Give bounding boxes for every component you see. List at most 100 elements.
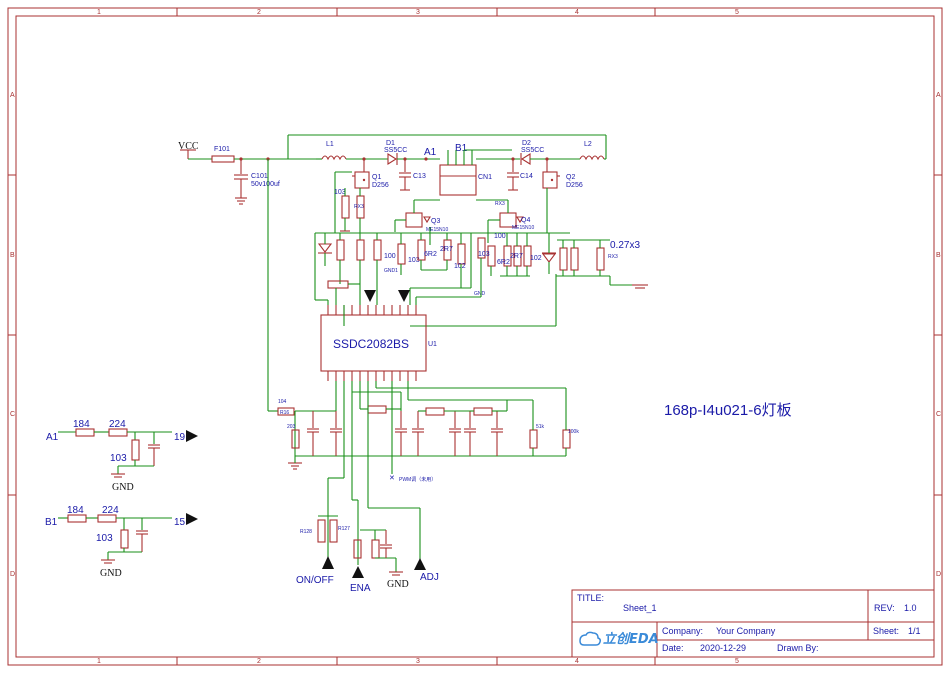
resistor-sense-2 (570, 247, 579, 271)
d2-label: D2 (522, 140, 531, 147)
col-label: 5 (735, 9, 739, 16)
connector-cn1 (439, 164, 477, 196)
filter-a-r2-label: 224 (109, 419, 126, 430)
row-label: D (10, 571, 15, 578)
inner-frame (15, 15, 935, 658)
col-label: 2 (257, 9, 261, 16)
r51k-label: 51k (536, 424, 545, 430)
r103-c-label: 103 (478, 251, 490, 258)
pwm-note: PWM调（未用） (399, 476, 436, 483)
q2-label: Q2 (566, 174, 575, 181)
resistor-adj (371, 539, 380, 559)
on-off-arrow (322, 556, 334, 569)
r100k-label: 100k (568, 429, 579, 435)
resistor-r128 (317, 519, 326, 543)
resistor-ic-top (327, 280, 349, 289)
q4-label: Q4 (521, 217, 530, 224)
r2r7-b-label: 2R7 (510, 253, 523, 260)
r104-label: 104 (278, 399, 287, 405)
filter-a-gnd-label: GND (112, 482, 134, 493)
ic-bottom-pins (327, 371, 417, 381)
filter-a-r1-label: 184 (73, 419, 90, 430)
filter-a-net: A1 (46, 432, 59, 443)
ic-u1-name: SSDC2082BS (333, 337, 409, 351)
capacitor-c13 (399, 159, 411, 191)
r2r7-a-label: 2R7 (440, 246, 453, 253)
filter-a-c-res (131, 439, 140, 461)
pwm-x-mark: ✕ (389, 475, 395, 482)
title-value: Sheet_1 (623, 603, 657, 613)
capacitor-c101 (234, 159, 248, 205)
company-value: Your Company (716, 626, 776, 636)
ic-top-pins (327, 305, 417, 315)
board-title: 168p-I4u021-6灯板 (664, 401, 792, 419)
resistor-103-a (341, 195, 350, 219)
filter-a-cap (148, 444, 160, 466)
r6r2-b-label: 6R2 (497, 259, 510, 266)
r6r2-a-label: 6R2 (424, 251, 437, 258)
row-label: B (936, 252, 941, 259)
r127-label: R127 (338, 526, 350, 532)
resistor-left-1 (336, 239, 345, 261)
r203-label: 203 (287, 424, 296, 430)
inductor-l1 (321, 155, 347, 161)
rev-label: REV: (874, 603, 895, 613)
col-label: 2 (257, 658, 261, 665)
bottom-caps (307, 411, 503, 456)
r100-a-label: 100 (384, 253, 396, 260)
diode-right (541, 252, 557, 263)
filter-a-out: 19 (174, 432, 186, 443)
pin-arrow-right (398, 290, 410, 302)
net-a1-label: A1 (424, 147, 437, 158)
filter-b-arrow (186, 513, 198, 525)
col-label: 5 (735, 658, 739, 665)
net-b1-label: B1 (455, 143, 468, 154)
l2-label: L2 (584, 141, 592, 148)
c13-label: C13 (413, 173, 426, 180)
col-label: 4 (575, 658, 579, 665)
rx3-top-label: RX3 (495, 201, 505, 207)
row-label: B (10, 252, 15, 259)
filter-b-ground (101, 559, 115, 564)
col-label: 1 (97, 9, 101, 16)
gnd-small-label: GND (474, 291, 486, 297)
filter-b-cap (136, 530, 148, 552)
resistor-left-2 (356, 239, 365, 261)
filter-b-r2 (97, 514, 117, 523)
row-label: D (936, 571, 941, 578)
resistor-100-a (373, 239, 382, 261)
mosfet-q3 (405, 212, 431, 228)
filter-b-out: 15 (174, 517, 186, 528)
cn1-label: CN1 (478, 174, 492, 181)
r103-a-label: 103 (334, 189, 346, 196)
filter-a-c-label: 103 (110, 453, 127, 464)
q1-value: D256 (372, 182, 389, 189)
l1-label: L1 (326, 141, 334, 148)
easyeda-logo-text: 立创EDA (603, 631, 659, 647)
pin-arrow-left (364, 290, 376, 302)
resistor-bottom-1 (367, 405, 387, 414)
r100-b-label: 100 (494, 233, 506, 240)
q4-value: ME15N10 (512, 225, 534, 231)
f101-label: F101 (214, 146, 230, 153)
date-value: 2020-12-29 (700, 643, 746, 653)
row-label: C (10, 411, 15, 418)
filter-a-r1 (75, 428, 95, 437)
sheet-value: 1/1 (908, 626, 921, 636)
rev-value: 1.0 (904, 603, 917, 613)
filter-b-r1-label: 184 (67, 505, 84, 516)
diode-left (317, 243, 333, 254)
col-label: 4 (575, 9, 579, 16)
q1-label: Q1 (372, 174, 381, 181)
r128-label: R128 (300, 529, 312, 535)
resistor-bottom-3 (473, 407, 493, 416)
resistor-sense-3 (596, 247, 605, 271)
sense-value-label: 0.27x3 (610, 240, 640, 251)
fuse-f101 (211, 155, 235, 163)
d2-value: SS5CC (521, 147, 544, 154)
date-label: Date: (662, 643, 684, 653)
outer-frame (7, 7, 943, 666)
diode-d2 (520, 153, 531, 165)
inductor-l2 (579, 155, 605, 161)
ground-bottom-left (288, 462, 302, 470)
